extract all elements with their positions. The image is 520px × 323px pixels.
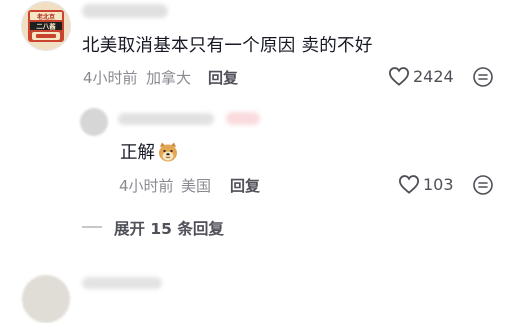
replier-avatar[interactable] — [80, 108, 108, 136]
replier-badge-blurred — [226, 112, 260, 125]
more-options-icon[interactable] — [472, 174, 494, 196]
avatar-text-middle: 二八酱 — [36, 22, 56, 31]
comment-time: 4小时前 — [83, 69, 138, 87]
reply-time: 4小时前 — [119, 177, 174, 195]
like-heart-icon[interactable] — [398, 174, 420, 194]
like-count: 2424 — [413, 67, 454, 86]
reply-text-row: 正解 — [120, 139, 179, 164]
like-heart-icon[interactable] — [388, 66, 410, 86]
reply-location: 美国 — [181, 177, 212, 195]
avatar-text-top: 老北京 — [36, 13, 55, 21]
next-commenter-avatar[interactable] — [22, 275, 70, 323]
more-options-icon[interactable] — [472, 66, 494, 88]
next-commenter-name-blurred[interactable] — [82, 277, 162, 289]
commenter-avatar[interactable]: 老北京 二八酱 — [22, 2, 70, 50]
comment-location: 加拿大 — [146, 69, 192, 87]
reply-text: 正解 — [120, 143, 155, 163]
replier-name-blurred[interactable] — [118, 113, 214, 125]
comment-text: 北美取消基本只有一个原因 卖的不好 — [82, 36, 373, 56]
doge-face-icon — [157, 141, 179, 163]
expand-replies-button[interactable]: 展开 15 条回复 — [114, 217, 224, 239]
expand-divider — [82, 226, 102, 228]
like-count: 103 — [423, 175, 454, 194]
commenter-name-blurred[interactable] — [82, 4, 168, 18]
reply-button[interactable]: 回复 — [230, 175, 260, 196]
reply-button[interactable]: 回复 — [208, 67, 238, 88]
avatar-logo-image: 老北京 二八酱 — [22, 2, 70, 50]
